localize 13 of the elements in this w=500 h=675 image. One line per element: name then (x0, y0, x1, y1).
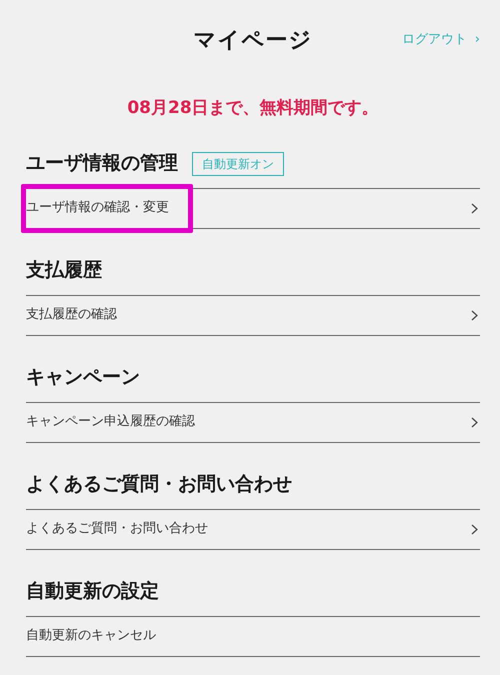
section-heading: 自動更新の設定 (26, 579, 159, 604)
page-title: マイページ (193, 26, 313, 54)
menu-row[interactable]: ユーザ情報の確認・変更 (26, 188, 480, 228)
section-heading: 支払履歴 (26, 258, 102, 284)
free-period-notice: 08月28日まで、無料期間です。 (126, 97, 380, 120)
menu-row[interactable]: 自動更新のキャンセル (26, 616, 480, 656)
auto-renew-badge: 自動更新オン (192, 152, 284, 176)
menu-row[interactable]: 支払履歴の確認 (26, 296, 480, 336)
section-heading: ユーザ情報の管理 (26, 151, 178, 176)
menu-row[interactable]: キャンペーン申込履歴の確認 (26, 402, 480, 442)
section-heading: キャンペーン (26, 365, 140, 390)
section-heading: よくあるご質問・お問い合わせ (26, 472, 292, 498)
menu-row[interactable]: よくあるご質問・お問い合わせ (26, 510, 480, 550)
